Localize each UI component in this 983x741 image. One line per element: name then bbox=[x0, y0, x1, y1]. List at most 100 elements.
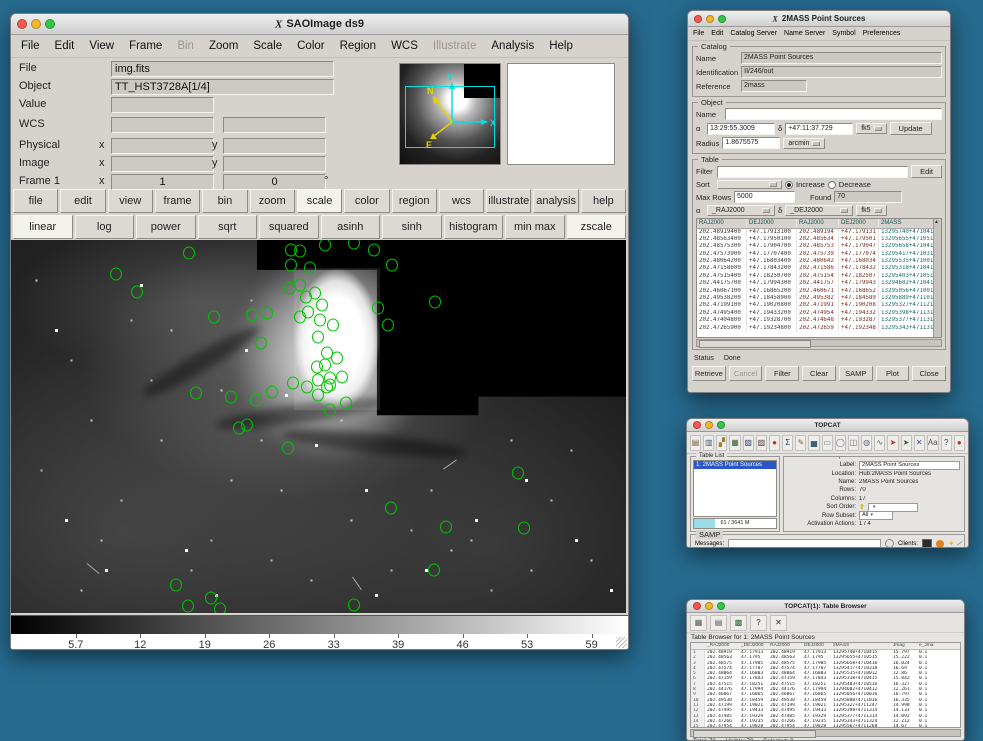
table-row[interactable]: 202.47158600+47.17843200202.471586+47.17… bbox=[697, 265, 941, 272]
clear-messages-icon[interactable]: ∕ bbox=[957, 539, 961, 548]
browser-table[interactable]: _RAJ2000_DEJ2000RAJ2000DEJ20002MASSJmage… bbox=[690, 642, 961, 728]
dec-column-dropdown[interactable]: _DEJ2000 bbox=[785, 205, 853, 216]
table-row[interactable]: 202.47573900+47.17707400202.475739+47.17… bbox=[697, 251, 941, 258]
mirror-icon[interactable]: ▞ bbox=[716, 435, 727, 451]
object-name-input[interactable] bbox=[725, 108, 942, 120]
load-table-icon[interactable]: ▤ bbox=[690, 435, 701, 451]
mode-button-bin[interactable]: bin bbox=[202, 189, 247, 213]
columns-icon[interactable]: ▦ bbox=[729, 435, 740, 451]
table-row[interactable]: 202.44175700+47.17994300202.441757+47.17… bbox=[697, 280, 941, 287]
label-input[interactable]: 2MASS Point Sources bbox=[859, 461, 960, 470]
table-row[interactable]: 202.47265900+47.19234800202.472659+47.19… bbox=[697, 325, 941, 332]
dec-input[interactable]: +47:11:37.729 bbox=[785, 123, 853, 135]
mode-button-wcs[interactable]: wcs bbox=[439, 189, 484, 213]
cell-view-icon[interactable]: ▦ bbox=[690, 615, 707, 631]
horizontal-scrollbar[interactable] bbox=[690, 729, 961, 737]
zoom-button[interactable] bbox=[717, 602, 725, 610]
help-icon[interactable]: ? bbox=[750, 615, 767, 631]
filter-button[interactable]: Filter bbox=[765, 366, 799, 381]
zoom-button[interactable] bbox=[45, 19, 55, 29]
browser-titlebar[interactable]: TOPCAT(1): Table Browser bbox=[687, 600, 964, 613]
menu-edit[interactable]: Edit bbox=[55, 40, 75, 52]
scale-button-asinh[interactable]: asinh bbox=[321, 215, 381, 239]
sphere-plot-icon[interactable]: ◍ bbox=[861, 435, 872, 451]
scale-button-power[interactable]: power bbox=[136, 215, 196, 239]
menu-color[interactable]: Color bbox=[297, 40, 324, 52]
topcat-titlebar[interactable]: TOPCAT bbox=[687, 419, 968, 432]
sky-plot-icon[interactable]: ◯ bbox=[835, 435, 846, 451]
mode-button-region[interactable]: region bbox=[392, 189, 437, 213]
menu-catalog-server[interactable]: Catalog Server bbox=[730, 30, 777, 37]
histogram-icon[interactable]: ▅ bbox=[808, 435, 819, 451]
mode-button-help[interactable]: help bbox=[581, 189, 626, 213]
row-subset-combo[interactable]: All▾ bbox=[859, 511, 893, 520]
table-row[interactable]: 202.47199100+47.19020800202.471991+47.19… bbox=[697, 302, 941, 309]
minimize-button[interactable] bbox=[706, 15, 714, 23]
mode-button-frame[interactable]: frame bbox=[155, 189, 200, 213]
horizontal-scrollbar[interactable] bbox=[696, 339, 942, 347]
image-canvas[interactable] bbox=[11, 240, 626, 613]
time-plot-icon[interactable]: ∿ bbox=[874, 435, 885, 451]
mode-button-file[interactable]: file bbox=[13, 189, 58, 213]
menu-help[interactable]: Help bbox=[549, 40, 573, 52]
close-button[interactable] bbox=[17, 19, 27, 29]
menu-view[interactable]: View bbox=[89, 40, 114, 52]
plot-button[interactable]: Plot bbox=[876, 366, 910, 381]
zoom-button[interactable] bbox=[718, 15, 726, 23]
status-icon[interactable]: ● bbox=[954, 435, 965, 451]
subsets-icon[interactable]: ▧ bbox=[743, 435, 754, 451]
menu-region[interactable]: Region bbox=[340, 40, 376, 52]
table-row[interactable]: 202.49538200+47.18458900202.495382+47.18… bbox=[697, 295, 941, 302]
row-view-icon[interactable]: ▤ bbox=[710, 615, 727, 631]
catalog-titlebar[interactable]: X2MASS Point Sources bbox=[688, 11, 950, 27]
clear-button[interactable]: Clear bbox=[802, 366, 836, 381]
table-row[interactable]: 202.48919400+47.17913100202.489194+47.17… bbox=[697, 229, 941, 236]
table-list[interactable]: 1: 2MASS Point Sources bbox=[693, 460, 777, 517]
table-row[interactable]: 202.47404800+47.19328700202.474648+47.19… bbox=[697, 317, 941, 324]
radius-input[interactable]: 1.8675575 bbox=[722, 137, 780, 149]
colorbar[interactable] bbox=[11, 615, 628, 634]
filter-input[interactable] bbox=[717, 166, 908, 178]
mode-button-zoom[interactable]: zoom bbox=[250, 189, 295, 213]
resize-grip[interactable] bbox=[616, 637, 627, 648]
table-row[interactable]: 202.47495400+47.19433200202.474954+47.19… bbox=[697, 310, 941, 317]
sort-direction-icon[interactable]: ⇧ bbox=[859, 503, 865, 511]
zoom-button[interactable] bbox=[717, 421, 725, 429]
ds9-titlebar[interactable]: XSAOImage ds9 bbox=[11, 14, 628, 35]
plane-plot-icon[interactable]: ▭ bbox=[822, 435, 833, 451]
table-list-item[interactable]: 1: 2MASS Point Sources bbox=[694, 461, 776, 469]
activation-icon[interactable]: ● bbox=[769, 435, 780, 451]
decrease-radio[interactable] bbox=[828, 181, 836, 189]
close-button[interactable] bbox=[694, 15, 702, 23]
mode-button-view[interactable]: view bbox=[108, 189, 153, 213]
table-row[interactable]: 15202.4795447.19828202.4795447.198281329… bbox=[691, 724, 960, 728]
mode-button-scale[interactable]: scale bbox=[297, 189, 342, 213]
menu-name-server[interactable]: Name Server bbox=[784, 30, 825, 37]
mode-button-analysis[interactable]: analysis bbox=[533, 189, 578, 213]
menu-scale[interactable]: Scale bbox=[253, 40, 282, 52]
menu-wcs[interactable]: WCS bbox=[391, 40, 418, 52]
minimize-button[interactable] bbox=[705, 421, 713, 429]
close-button[interactable] bbox=[693, 421, 701, 429]
scale-button-zscale[interactable]: zscale bbox=[567, 215, 627, 239]
broadcast-icon[interactable]: ➤ bbox=[887, 435, 898, 451]
menu-edit[interactable]: Edit bbox=[711, 30, 723, 37]
ra-input[interactable]: 13:29:55.3009 bbox=[707, 123, 775, 135]
sum-icon[interactable]: Σ bbox=[782, 435, 793, 451]
table-row[interactable]: 202.48064200+47.16803400202.480642+47.16… bbox=[697, 258, 941, 265]
table-frame-dropdown[interactable]: fk5 bbox=[856, 205, 886, 216]
stats-icon[interactable]: ▨ bbox=[756, 435, 767, 451]
close-icon[interactable]: ✕ bbox=[770, 615, 787, 631]
mode-button-color[interactable]: color bbox=[344, 189, 389, 213]
samp-button[interactable]: SAMP bbox=[839, 366, 873, 381]
mode-button-edit[interactable]: edit bbox=[60, 189, 105, 213]
table-row[interactable]: 202.47515400+47.18250700202.475154+47.18… bbox=[697, 273, 941, 280]
menu-file[interactable]: File bbox=[21, 40, 40, 52]
menu-file[interactable]: File bbox=[693, 30, 704, 37]
increase-radio[interactable] bbox=[785, 181, 793, 189]
send-icon[interactable]: ➤ bbox=[901, 435, 912, 451]
update-button[interactable]: Update bbox=[890, 122, 932, 135]
catalog-results-table[interactable]: RAJ2000DEJ2000RAJ2000DEJ20002MASSJm202.4… bbox=[696, 218, 942, 338]
menu-symbol[interactable]: Symbol bbox=[832, 30, 855, 37]
menu-preferences[interactable]: Preferences bbox=[863, 30, 901, 37]
